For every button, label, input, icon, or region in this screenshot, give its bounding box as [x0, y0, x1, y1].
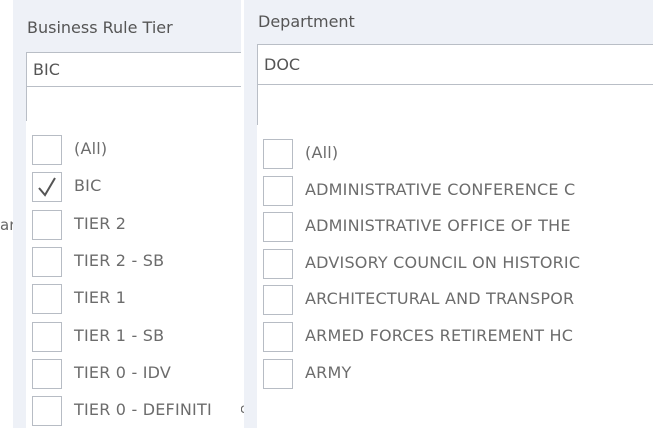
option-label: ADMINISTRATIVE CONFERENCE C — [305, 179, 576, 199]
option-label: TIER 0 - DEFINITI — [74, 400, 212, 420]
option-label: (All) — [305, 143, 339, 162]
list-item[interactable]: TIER 2 - SB — [32, 246, 241, 281]
option-label: TIER 1 - SB — [74, 325, 165, 345]
option-label: TIER 2 — [74, 213, 127, 233]
option-label: BIC — [74, 176, 102, 196]
list-item[interactable]: (All) — [263, 139, 653, 173]
filter-title: Department — [258, 12, 355, 31]
list-item[interactable]: ADMINISTRATIVE CONFERENCE C — [263, 175, 653, 210]
checkbox[interactable] — [32, 284, 62, 315]
checkbox[interactable] — [263, 248, 293, 279]
department-filter: Department DOC (All) ADMINISTRATIVE CONFE… — [244, 0, 653, 428]
list-item[interactable]: ADMINISTRATIVE OFFICE OF THE — [263, 212, 653, 246]
list-item[interactable]: TIER 2 — [32, 209, 241, 244]
check-icon — [38, 177, 56, 198]
list-item[interactable]: BIC — [32, 172, 241, 206]
list-item[interactable]: ARMY — [263, 358, 653, 393]
checkbox[interactable] — [263, 285, 293, 316]
checkbox[interactable] — [32, 321, 62, 352]
option-label: (All) — [74, 139, 108, 158]
list-item[interactable]: TIER 0 - DEFINITI — [32, 396, 241, 428]
selected-value-dropdown[interactable]: BIC — [26, 52, 241, 88]
option-label: ARMY — [305, 362, 352, 382]
option-label: TIER 0 - IDV — [74, 362, 172, 382]
checkbox[interactable] — [263, 322, 293, 352]
list-item[interactable]: TIER 0 - IDV — [32, 358, 241, 393]
search-input[interactable] — [257, 84, 653, 126]
checkbox[interactable] — [32, 209, 62, 240]
selected-value: BIC — [33, 60, 60, 79]
options-list: (All) ADMINISTRATIVE CONFERENCE C ADMINIST… — [257, 125, 653, 428]
filter-title: Business Rule Tier — [27, 18, 173, 37]
checkbox[interactable] — [263, 175, 293, 206]
list-item[interactable]: (All) — [32, 135, 241, 169]
list-item[interactable]: ADVISORY COUNCIL ON HISTORIC — [263, 248, 653, 283]
checkbox[interactable] — [32, 246, 62, 277]
checkbox[interactable] — [32, 396, 62, 427]
option-label: ADVISORY COUNCIL ON HISTORIC — [305, 252, 581, 272]
checkbox[interactable] — [263, 358, 293, 389]
selected-value-dropdown[interactable]: DOC — [257, 44, 653, 86]
checkbox[interactable] — [32, 135, 62, 165]
list-item[interactable]: TIER 1 — [32, 284, 241, 318]
search-input[interactable] — [26, 86, 241, 122]
selected-value: DOC — [264, 55, 301, 74]
checkbox[interactable] — [32, 358, 62, 389]
list-item[interactable]: ARCHITECTURAL AND TRANSPOR — [263, 285, 653, 319]
checkbox[interactable] — [263, 212, 293, 243]
option-label: ARCHITECTURAL AND TRANSPOR — [305, 289, 575, 309]
business-rule-tier-filter: Business Rule Tier BIC (All) BIC TIER 2 TIE… — [13, 0, 241, 428]
option-label: TIER 1 — [74, 288, 127, 308]
options-list: (All) BIC TIER 2 TIER 2 - SB TIER 1 TIER 1 - … — [26, 121, 241, 428]
checkbox[interactable] — [32, 172, 62, 203]
option-label: ARMED FORCES RETIREMENT HC — [305, 326, 574, 345]
list-item[interactable]: TIER 1 - SB — [32, 321, 241, 356]
list-item[interactable]: ARMED FORCES RETIREMENT HC — [263, 322, 653, 356]
option-label: ADMINISTRATIVE OFFICE OF THE — [305, 216, 571, 236]
option-label: TIER 2 - SB — [74, 250, 165, 270]
checkbox[interactable] — [263, 139, 293, 169]
